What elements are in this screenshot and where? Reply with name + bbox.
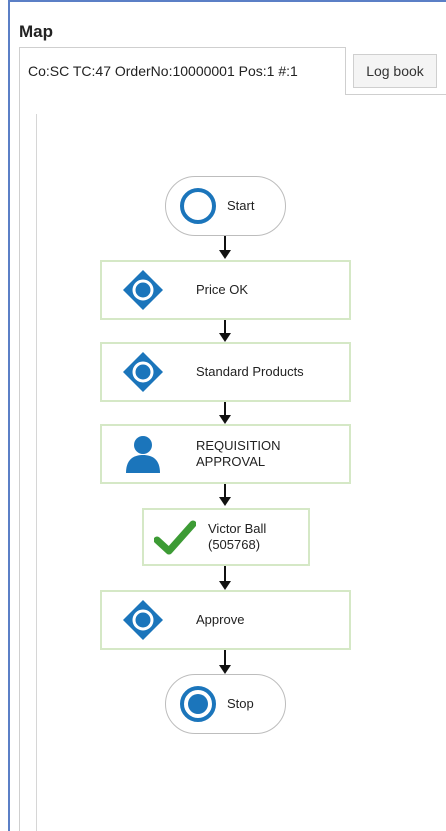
requisition-approval-node[interactable]: REQUISITION APPROVAL [100,424,351,484]
user-icon [126,436,160,473]
panel-title: Map [19,22,53,41]
start-circle-icon [180,188,216,224]
start-node[interactable]: Start [165,176,286,236]
tab-order-info[interactable]: Co:SC TC:47 OrderNo:10000001 Pos:1 #:1 [19,47,346,95]
diamond-decision-icon [123,270,163,310]
diamond-decision-icon [123,352,163,392]
standard-products-node[interactable]: Standard Products [100,342,351,402]
stop-label: Stop [227,696,254,711]
canvas-guide-line [36,114,37,831]
start-label: Start [227,198,255,213]
flow-arrow [219,566,231,590]
flow-arrow [219,650,231,674]
stop-circle-icon [180,686,216,722]
victor-ball-label: Victor Ball (505768) [208,521,267,552]
price-ok-label: Price OK [196,282,249,297]
victor-ball-node[interactable]: Victor Ball (505768) [142,508,310,566]
price-ok-node[interactable]: Price OK [100,260,351,320]
workflow-canvas: Start Price OK Standard Products REQUISI… [20,96,446,831]
approve-label: Approve [196,612,245,627]
standard-products-label: Standard Products [196,364,304,379]
checkmark-icon [154,520,196,555]
tab-bar: Co:SC TC:47 OrderNo:10000001 Pos:1 #:1 L… [19,47,446,95]
flow-arrow [219,236,231,259]
tab-divider [346,94,446,95]
flow-arrow [219,402,231,424]
tab-log-book[interactable]: Log book [353,54,437,88]
requisition-approval-label: REQUISITION APPROVAL [196,438,281,469]
approve-node[interactable]: Approve [100,590,351,650]
flow-arrow [219,484,231,506]
diamond-decision-icon [123,600,163,640]
flow-arrow [219,320,231,342]
stop-node[interactable]: Stop [165,674,286,734]
